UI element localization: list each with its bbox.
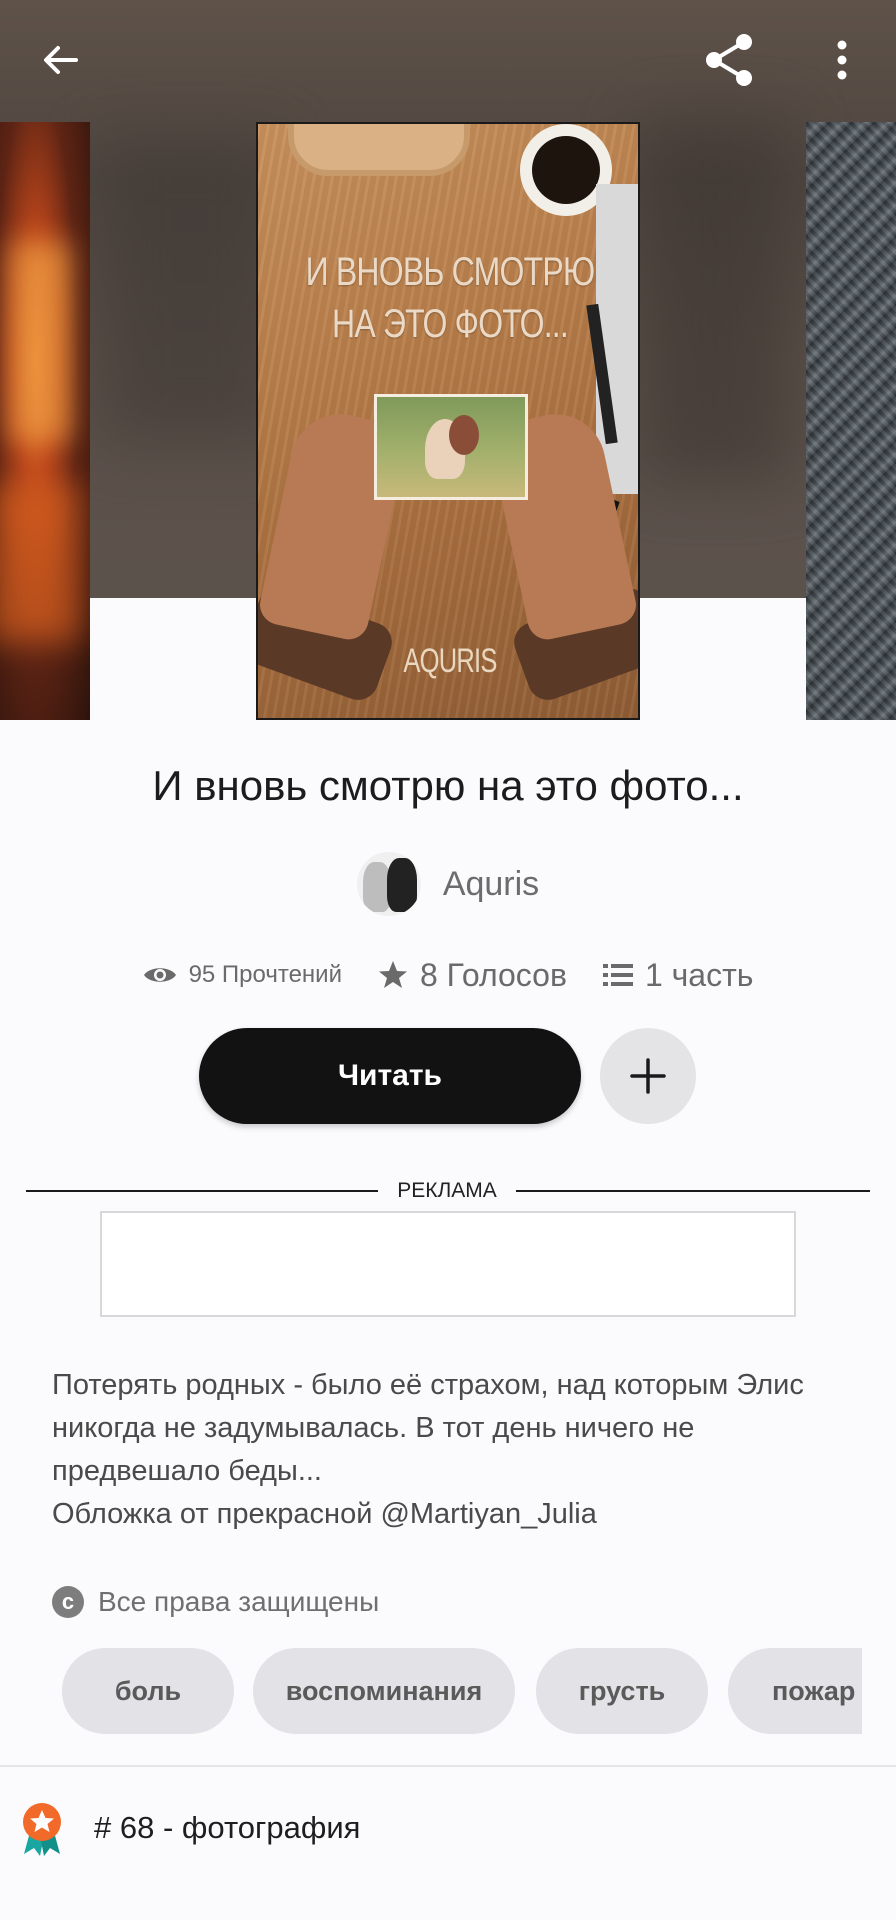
story-stats: 95 Прочтений 8 Голосов 1 часть [0, 950, 896, 1000]
votes-count: 8 Голосов [419, 956, 567, 993]
plus-icon [630, 1058, 666, 1094]
copyright-notice: c Все права защищены [52, 1582, 379, 1622]
list-icon [602, 964, 633, 986]
share-icon [706, 34, 752, 86]
back-arrow-icon [44, 46, 78, 74]
tag-chip[interactable]: боль [62, 1648, 234, 1734]
ad-slot[interactable] [100, 1211, 796, 1317]
author-row[interactable]: Aquris [0, 852, 896, 916]
tag-chip[interactable]: воспоминания [253, 1648, 515, 1734]
parts-count[interactable]: 1 часть [645, 957, 753, 994]
copyright-icon: c [52, 1586, 84, 1618]
reads-count: 95 Прочтений [188, 961, 342, 988]
more-options-button[interactable] [802, 20, 882, 100]
ad-divider: РЕКЛАМА [26, 1176, 870, 1206]
story-cover[interactable]: И ВНОВЬ СМОТРЮ НА ЭТО ФОТО... AQURIS [256, 122, 640, 720]
reads-stat: 95 Прочтений [143, 961, 342, 989]
tag-chip[interactable]: грусть [536, 1648, 708, 1734]
parts-stat[interactable]: 1 часть [602, 957, 753, 994]
rank-badge-icon [23, 1803, 61, 1856]
cover-photo-image [374, 394, 528, 500]
add-to-library-button[interactable] [600, 1028, 696, 1124]
next-story-cover[interactable] [806, 122, 896, 720]
description-text: Потерять родных - было её страхом, над к… [52, 1369, 804, 1487]
description-credit: Обложка от прекрасной @Martiyan_Julia [52, 1498, 597, 1530]
section-divider [0, 1765, 896, 1767]
eye-icon [143, 968, 176, 982]
ranking-row[interactable]: # 68 - фотография [0, 1800, 896, 1860]
ranking-text[interactable]: # 68 - фотография [94, 1810, 360, 1846]
votes-stat: 8 Голосов [378, 957, 567, 994]
author-name[interactable]: Aquris [443, 865, 539, 904]
cover-title-art: И ВНОВЬ СМОТРЮ НА ЭТО ФОТО... [305, 250, 596, 346]
avatar[interactable] [356, 852, 421, 916]
more-vertical-icon [837, 40, 847, 80]
story-title: И вновь смотрю на это фото... [152, 762, 744, 809]
star-icon [378, 961, 407, 988]
tags-row: боль воспоминания грусть пожар [62, 1648, 862, 1734]
read-button[interactable]: Читать [199, 1028, 581, 1124]
back-button[interactable] [20, 20, 100, 100]
copyright-text: Все права защищены [98, 1586, 380, 1617]
story-description: Потерять родных - было её страхом, над к… [52, 1364, 852, 1536]
ad-label: РЕКЛАМА [397, 1179, 497, 1202]
cover-author-art: AQURIS [403, 642, 497, 680]
share-button[interactable] [690, 20, 770, 100]
top-bar [0, 0, 896, 120]
prev-story-cover[interactable] [0, 122, 90, 720]
tag-chip[interactable]: пожар [728, 1648, 862, 1734]
